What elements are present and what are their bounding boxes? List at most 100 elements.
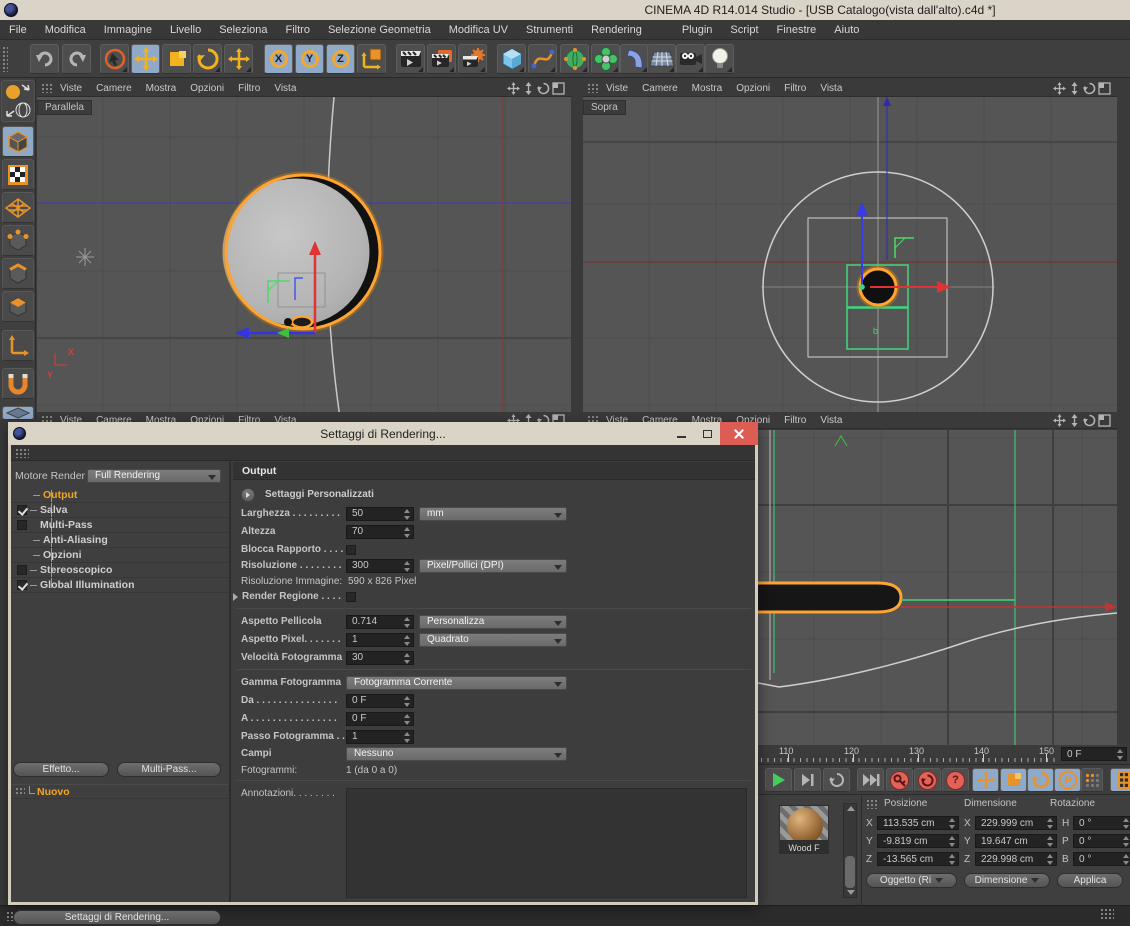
rotate-tool-button[interactable] (193, 44, 222, 74)
loop-playback-button[interactable] (823, 768, 850, 792)
viewport-grip[interactable] (41, 83, 53, 93)
multipass-button[interactable]: Multi-Pass... (117, 762, 221, 777)
viewport-parallel-canvas[interactable]: Parallela (37, 97, 571, 418)
polygons-mode-button[interactable] (2, 291, 34, 322)
viewport-grip[interactable] (587, 83, 599, 93)
effect-item-nuovo[interactable]: Nuovo (11, 784, 229, 799)
render-settings-bottom-button[interactable]: Settaggi di Rendering... (13, 910, 221, 925)
pan-view-icon[interactable] (1053, 82, 1066, 95)
larghezza-field[interactable]: 50 (346, 507, 414, 521)
convert-object-button[interactable] (1, 80, 35, 122)
frame-stepper[interactable] (1116, 749, 1124, 760)
scale-tool-button[interactable] (162, 44, 191, 74)
da-field[interactable]: 0 F (346, 694, 414, 708)
vp-menu-opzioni[interactable]: Opzioni (729, 83, 777, 94)
menu-modifica[interactable]: Modifica (36, 24, 95, 36)
menu-rendering[interactable]: Rendering (582, 24, 651, 36)
aspetto-pellicola-dropdown[interactable]: Personalizza (419, 615, 567, 629)
last-tool-button[interactable] (224, 44, 253, 74)
tree-item-salva[interactable]: Salva (11, 503, 229, 518)
render-regione-checkbox[interactable] (346, 592, 356, 602)
a-field[interactable]: 0 F (346, 712, 414, 726)
passo-fotogramma-field[interactable]: 1 (346, 730, 414, 744)
rotation-h-field[interactable]: 0 ° (1073, 816, 1130, 830)
materials-scrollbar[interactable] (843, 803, 857, 898)
add-light-button[interactable] (705, 44, 734, 74)
keyframe-selection-button[interactable]: ? (942, 768, 969, 792)
velocita-fotogramma-field[interactable]: 30 (346, 651, 414, 665)
toggle-view-icon[interactable] (552, 82, 565, 95)
menu-selezione-geometria[interactable]: Selezione Geometria (319, 24, 440, 36)
scrollbar-thumb[interactable] (845, 856, 855, 888)
add-deformer-button[interactable] (620, 44, 649, 74)
position-x-field[interactable]: 113.535 cm (877, 816, 959, 830)
position-z-field[interactable]: -13.565 cm (877, 852, 959, 866)
rotate-view-icon[interactable] (1083, 414, 1096, 427)
render-settings-button[interactable] (458, 44, 487, 74)
redo-button[interactable] (62, 44, 91, 74)
vp-menu-viste[interactable]: Viste (599, 83, 635, 94)
risoluzione-unit-dropdown[interactable]: Pixel/Pollici (DPI) (419, 559, 567, 573)
risoluzione-field[interactable]: 300 (346, 559, 414, 573)
add-generator-button[interactable] (560, 44, 589, 74)
vp-menu-vista[interactable]: Vista (813, 415, 849, 426)
autokey-button[interactable] (914, 768, 941, 792)
rotate-view-icon[interactable] (1083, 82, 1096, 95)
dimension-z-field[interactable]: 229.998 cm (975, 852, 1057, 866)
minimize-button[interactable] (668, 422, 694, 445)
tree-item-output[interactable]: Output (11, 488, 229, 503)
maximize-button[interactable] (694, 422, 720, 445)
coordinate-system-button[interactable] (357, 44, 386, 74)
coord-object-mode-button[interactable]: Oggetto (Ri (866, 873, 957, 888)
panel-grip[interactable] (866, 799, 878, 809)
zoom-view-icon[interactable] (1068, 82, 1081, 95)
add-modeling-object-button[interactable] (591, 44, 620, 74)
toggle-view-icon[interactable] (1098, 82, 1111, 95)
snap-magnet-button[interactable] (2, 368, 34, 399)
close-button[interactable] (720, 422, 758, 445)
vp-menu-camere[interactable]: Camere (89, 83, 139, 94)
campi-dropdown[interactable]: Nessuno (346, 747, 567, 761)
add-spline-button[interactable] (528, 44, 557, 74)
z-axis-lock-button[interactable]: Z (326, 44, 355, 74)
blocca-rapporto-checkbox[interactable] (346, 545, 356, 555)
add-primitive-cube-button[interactable] (497, 44, 526, 74)
dialog-titlebar[interactable]: Settaggi di Rendering... (8, 422, 758, 445)
move-tool-button[interactable] (131, 44, 160, 74)
tree-item-multipass[interactable]: Multi-Pass (11, 518, 229, 533)
vp-menu-filtro[interactable]: Filtro (231, 83, 267, 94)
dialog-grip-strip[interactable] (11, 445, 755, 461)
menu-modifica-uv[interactable]: Modifica UV (440, 24, 517, 36)
record-position-button[interactable] (972, 768, 999, 792)
toolbar-grip[interactable] (2, 46, 8, 72)
stereoscopico-checkbox[interactable] (17, 565, 27, 575)
coord-dimension-mode-button[interactable]: Dimensione (964, 873, 1050, 888)
enable-axis-button[interactable] (2, 330, 34, 361)
menu-seleziona[interactable]: Seleziona (210, 24, 276, 36)
scroll-down-icon[interactable] (847, 890, 855, 895)
tree-item-antialiasing[interactable]: Anti-Aliasing (11, 533, 229, 548)
pan-view-icon[interactable] (1053, 414, 1066, 427)
gamma-fotogramma-dropdown[interactable]: Fotogramma Corrente (346, 676, 567, 690)
keyframe-presets-button[interactable] (1110, 768, 1130, 792)
rotation-b-field[interactable]: 0 ° (1073, 852, 1130, 866)
record-active-objects-button[interactable] (1081, 768, 1103, 792)
next-frame-button[interactable] (794, 768, 821, 792)
tree-item-global-illumination[interactable]: Global Illumination (11, 578, 229, 593)
menu-filtro[interactable]: Filtro (277, 24, 319, 36)
vp-menu-vista[interactable]: Vista (813, 83, 849, 94)
multipass-checkbox[interactable] (17, 520, 27, 530)
play-button[interactable] (765, 768, 792, 792)
undo-button[interactable] (30, 44, 59, 74)
live-selection-tool-button[interactable] (100, 44, 129, 74)
vp-menu-mostra[interactable]: Mostra (139, 83, 184, 94)
aspetto-pellicola-field[interactable]: 0.714 (346, 615, 414, 629)
menu-livello[interactable]: Livello (161, 24, 210, 36)
salva-checkbox[interactable] (17, 505, 27, 515)
zoom-view-icon[interactable] (1068, 414, 1081, 427)
current-frame-field[interactable]: 0 F (1061, 747, 1127, 762)
effect-button[interactable]: Effetto... (13, 762, 109, 777)
menu-immagine[interactable]: Immagine (95, 24, 161, 36)
altezza-field[interactable]: 70 (346, 525, 414, 539)
pan-view-icon[interactable] (507, 82, 520, 95)
